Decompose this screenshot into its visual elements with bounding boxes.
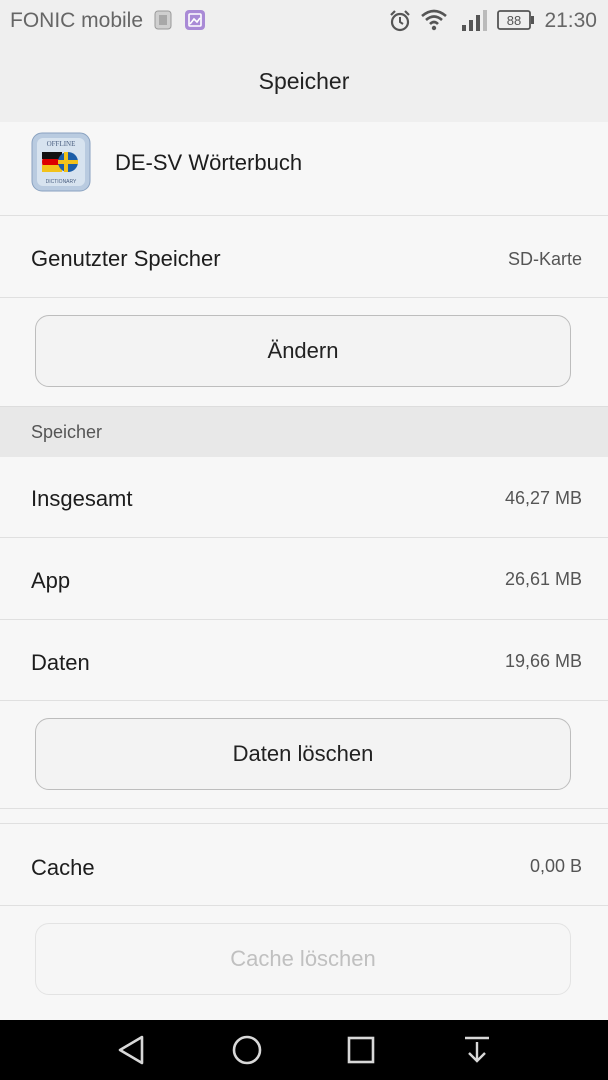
data-size-row: Daten 19,66 MB xyxy=(0,620,608,701)
clear-data-button[interactable]: Daten löschen xyxy=(35,718,571,790)
app-size-value: 26,61 MB xyxy=(504,569,582,589)
app-size-label: App xyxy=(31,568,71,593)
clock: 21:30 xyxy=(544,9,597,32)
battery-icon: 88 xyxy=(497,10,534,30)
cache-label: Cache xyxy=(31,855,95,880)
cache-value: 0,00 B xyxy=(529,856,582,876)
cache-row: Cache 0,00 B xyxy=(0,824,608,906)
status-bar: FONIC mobile 88 21:30 xyxy=(0,0,608,42)
change-storage-button[interactable]: Ändern xyxy=(35,315,571,387)
back-icon[interactable] xyxy=(113,1032,149,1068)
alarm-icon xyxy=(390,10,410,32)
signal-icon xyxy=(462,10,487,31)
app-size-row: App 26,61 MB xyxy=(0,538,608,620)
storage-location-value: SD-Karte xyxy=(507,249,582,269)
svg-text:OFFLINE: OFFLINE xyxy=(47,140,76,148)
title-bar: Speicher xyxy=(0,42,608,123)
total-row: Insgesamt 46,27 MB xyxy=(0,457,608,538)
data-size-label: Daten xyxy=(31,650,90,675)
sim-icon xyxy=(154,10,172,30)
page-title: Speicher xyxy=(258,68,350,94)
recents-icon[interactable] xyxy=(343,1032,379,1068)
battery-level: 88 xyxy=(507,13,521,28)
dictionary-app-icon: OFFLINE DICTIONARY xyxy=(31,132,91,192)
app-name: DE-SV Wörterbuch xyxy=(115,150,303,175)
data-size-value: 19,66 MB xyxy=(504,651,582,671)
storage-location-row: Genutzter Speicher SD-Karte xyxy=(0,216,608,298)
total-label: Insgesamt xyxy=(31,486,133,511)
storage-location-label: Genutzter Speicher xyxy=(31,246,221,271)
carrier-name: FONIC mobile xyxy=(10,9,144,32)
app-header: OFFLINE DICTIONARY DE-SV Wörterbuch xyxy=(0,122,608,202)
wifi-icon xyxy=(421,9,447,31)
section-label: Speicher xyxy=(31,422,103,442)
svg-text:DICTIONARY: DICTIONARY xyxy=(46,179,77,185)
navigation-bar xyxy=(0,1020,608,1080)
storage-section-header: Speicher xyxy=(0,406,608,458)
clear-cache-button[interactable]: Cache löschen xyxy=(35,923,571,995)
divider xyxy=(0,808,608,809)
notification-pull-icon[interactable] xyxy=(459,1032,495,1068)
home-icon[interactable] xyxy=(229,1032,265,1068)
gallery-notification-icon xyxy=(185,10,205,30)
total-value: 46,27 MB xyxy=(504,488,582,508)
